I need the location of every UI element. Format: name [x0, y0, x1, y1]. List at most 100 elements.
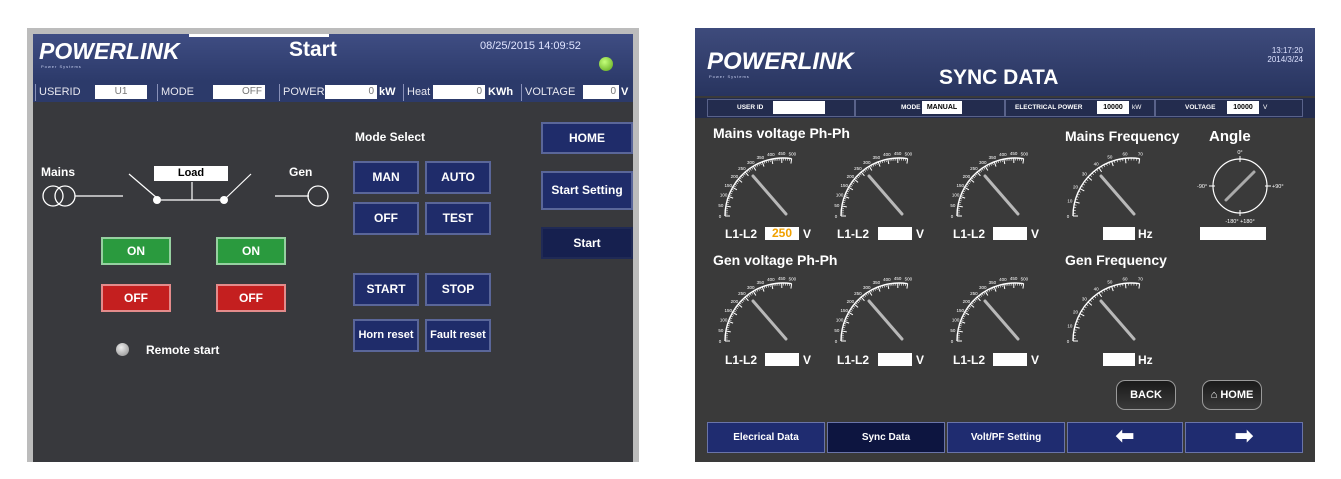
gauge-needle [867, 299, 904, 341]
gauge-tick-label: 30 [1082, 297, 1088, 302]
mode-value: OFF [213, 85, 265, 99]
gauge-tick-label: 70 [1138, 152, 1144, 157]
gauge-tick-label: 500 [789, 152, 797, 157]
gen-gauge-1-unit: V [803, 353, 812, 367]
gen-voltage-gauge-2: 0 50 100 150 200 250300350400 450 500 [834, 276, 912, 344]
off-button[interactable]: OFF [353, 202, 419, 235]
gauge-tick-label: 50 [718, 328, 724, 333]
gauge-tick-label: 350 [757, 155, 765, 160]
horn-reset-button[interactable]: Horn reset [353, 319, 419, 352]
mains-voltage-gauge-2: 0 50 100 150 200 250300350400 450 500 [834, 151, 912, 219]
userid-label: USERID [35, 84, 81, 101]
gauge-tick-label: 40 [1094, 287, 1100, 292]
logo: POWERLINK [707, 48, 854, 75]
gauge-tick-label: 50 [834, 328, 840, 333]
gauge-tick-label: 400 [883, 152, 891, 157]
status-led-icon [599, 57, 613, 71]
gen-frequency-title: Gen Frequency [1065, 252, 1167, 268]
arrow-right-icon: ➡ [1234, 423, 1254, 448]
angle-value-field [1200, 227, 1266, 240]
gen-gauge-3-unit: V [1031, 353, 1040, 367]
mode-label: MODE [157, 84, 194, 101]
gauge-tick-label: 20 [1073, 309, 1079, 314]
gauge-tick-label: 350 [989, 155, 997, 160]
man-button[interactable]: MAN [353, 161, 419, 194]
gauge-tick-label: 450 [1010, 151, 1018, 156]
angle-tick-bottom: -180° +180° [1225, 219, 1254, 225]
gauge-tick-label: 450 [894, 276, 902, 281]
gen-gauge-3-label: L1-L2 [953, 353, 986, 367]
mains-on-button[interactable]: ON [101, 237, 171, 265]
gen-off-button[interactable]: OFF [216, 284, 286, 312]
gauge-tick-label: 500 [1021, 277, 1029, 282]
start-setting-nav-button[interactable]: Start Setting [541, 171, 633, 210]
load-label: Load [154, 166, 228, 181]
gen-frequency-unit: Hz [1138, 353, 1153, 367]
tab-sync-data[interactable]: Sync Data [827, 422, 945, 453]
back-button-label: BACK [1130, 389, 1162, 401]
gauge-needle [867, 174, 904, 216]
mains-frequency-gauge: 0 10 20 30 40 50 60 70 [1067, 151, 1144, 219]
next-page-button[interactable]: ➡ [1185, 422, 1303, 453]
gauge-tick-label: 250 [970, 166, 978, 171]
home-nav-button[interactable]: HOME [541, 122, 633, 154]
gauge-tick-label: 450 [778, 276, 786, 281]
power-value: 0 [325, 85, 377, 99]
page-title: SYNC DATA [939, 66, 1059, 89]
gauge-tick-label: 150 [724, 308, 732, 313]
gauge-tick-label: 0 [951, 214, 954, 219]
gauge-tick-label: 100 [720, 318, 728, 323]
mains-off-button[interactable]: OFF [101, 284, 171, 312]
gauge-tick-label: 500 [1021, 152, 1029, 157]
gauge-tick-label: 0 [1067, 214, 1070, 219]
voltage-unit: V [621, 86, 629, 98]
mode-value: MANUAL [922, 101, 962, 114]
fault-reset-button[interactable]: Fault reset [425, 319, 491, 352]
gauge-tick-label: 100 [836, 318, 844, 323]
auto-button[interactable]: AUTO [425, 161, 491, 194]
stop-button[interactable]: STOP [425, 273, 491, 306]
mains-frequency-unit: Hz [1138, 227, 1153, 241]
sync-data-screen: POWERLINK Power Systems SYNC DATA 13:17:… [695, 28, 1315, 462]
gauge-tick-label: 50 [1107, 155, 1113, 160]
start-screen-frame: POWERLINK Power Systems Start 08/25/2015… [27, 28, 639, 462]
home-button[interactable]: ⌂ HOME [1202, 380, 1262, 410]
datetime: 08/25/2015 14:09:52 [480, 40, 581, 52]
prev-page-button[interactable]: ⬅ [1067, 422, 1183, 453]
start-screen: POWERLINK Power Systems Start 08/25/2015… [33, 34, 633, 462]
back-button[interactable]: BACK [1116, 380, 1176, 410]
userid-label: USER ID [737, 104, 764, 111]
gen-gauge-3-value [993, 353, 1027, 366]
gauge-tick-label: 100 [952, 193, 960, 198]
gauge-tick-label: 350 [873, 280, 881, 285]
power-unit: kW [379, 86, 396, 98]
gauge-tick-label: 300 [979, 160, 987, 165]
gauge-tick-label: 250 [854, 166, 862, 171]
start-nav-button[interactable]: Start [541, 227, 633, 259]
mains-voltage-title: Mains voltage Ph-Ph [713, 125, 850, 141]
voltage-value: 0 [583, 85, 619, 99]
gauge-tick-label: 50 [950, 328, 956, 333]
gauge-tick-label: 100 [720, 193, 728, 198]
tab-volt-pf-setting[interactable]: Volt/PF Setting [947, 422, 1065, 453]
gauge-tick-label: 150 [840, 183, 848, 188]
tab-electrical-data[interactable]: Elecrical Data [707, 422, 825, 453]
test-button[interactable]: TEST [425, 202, 491, 235]
start-button[interactable]: START [353, 273, 419, 306]
gauge-needle [983, 174, 1020, 216]
gauge-tick-label: 300 [863, 160, 871, 165]
gen-on-button[interactable]: ON [216, 237, 286, 265]
mains-gauge-2-label: L1-L2 [837, 227, 870, 241]
gauge-tick-label: 50 [718, 203, 724, 208]
gauge-tick-label: 40 [1094, 162, 1100, 167]
mains-gauge-2-unit: V [916, 227, 925, 241]
remote-start-indicator-icon [116, 343, 129, 356]
mains-gauge-3-label: L1-L2 [953, 227, 986, 241]
mains-frequency-value [1103, 227, 1135, 240]
gauge-tick-label: 30 [1082, 172, 1088, 177]
gen-voltage-gauge-3: 0 50 100 150 200 250300350400 450 500 [950, 276, 1029, 344]
gauge-tick-label: 0 [951, 339, 954, 344]
power-unit: kW [1132, 104, 1142, 111]
voltage-label: VOLTAGE [521, 84, 575, 101]
angle-tick-top: 0° [1237, 150, 1242, 156]
